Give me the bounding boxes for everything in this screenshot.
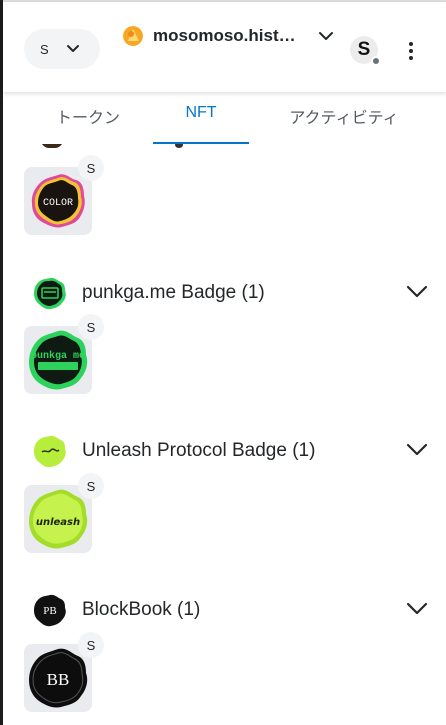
collection-header-blockbook[interactable]: PB BlockBook (1): [33, 593, 428, 627]
chain-badge: S: [78, 473, 104, 499]
chevron-down-icon: [406, 285, 428, 298]
tab-tokens[interactable]: トークン: [33, 104, 143, 142]
chain-badge: S: [78, 632, 104, 658]
nft-card-text: unleash: [36, 517, 80, 528]
tab-activity[interactable]: アクティビティ: [269, 104, 419, 142]
collection-header-punkga[interactable]: punkga.me Badge (1): [33, 276, 428, 310]
collection-header-unleash[interactable]: Unleash Protocol Badge (1): [33, 434, 428, 468]
chain-badge: S: [78, 155, 104, 181]
punkga-collection-icon: [34, 277, 66, 310]
chevron-down-icon: [406, 602, 428, 615]
nft-card-text: COLOR: [43, 198, 73, 209]
nft-card[interactable]: BB S: [24, 632, 104, 712]
collection-name: Unleash Protocol Badge (1): [82, 440, 316, 461]
site-letter: S: [357, 39, 371, 60]
previous-collection-fragment: [175, 144, 183, 148]
nft-card[interactable]: punkga me S: [24, 314, 104, 394]
chain-badge: S: [78, 314, 104, 340]
chain-badge-letter: S: [86, 319, 96, 335]
active-tab-indicator: [153, 142, 249, 144]
connection-status-dot: [371, 56, 381, 66]
network-selector[interactable]: S: [24, 29, 100, 69]
connected-site-icon[interactable]: S: [350, 36, 381, 66]
app-header: S mosomoso.hist… S: [3, 2, 446, 92]
chain-badge-letter: S: [86, 637, 96, 653]
chevron-down-icon: [318, 32, 333, 40]
collection-name: BlockBook (1): [82, 599, 201, 620]
more-options-icon[interactable]: [401, 40, 421, 62]
blockbook-collection-icon: PB: [34, 594, 66, 627]
nft-card[interactable]: unleash S: [24, 473, 104, 553]
collection-name: punkga.me Badge (1): [82, 282, 265, 303]
svg-text:PB: PB: [43, 605, 56, 617]
previous-collection-icon: [41, 144, 63, 148]
unleash-collection-icon: [34, 435, 66, 468]
tab-bar: トークン NFT アクティビティ: [3, 96, 446, 144]
nft-card-text: punkga me: [31, 350, 85, 362]
chain-badge-letter: S: [86, 478, 96, 494]
chevron-down-icon: [67, 45, 79, 52]
account-name: mosomoso.hist…: [153, 26, 296, 45]
network-label: S: [40, 41, 49, 57]
account-avatar-icon: [123, 26, 143, 46]
tab-nft[interactable]: NFT: [153, 104, 249, 144]
account-selector[interactable]: mosomoso.hist…: [123, 20, 334, 52]
nft-collection-list: COLOR S punkga.me Badge (1) punkga me S: [3, 144, 446, 725]
chain-badge-letter: S: [86, 160, 96, 176]
tab-label: NFT: [185, 104, 217, 121]
nft-card[interactable]: COLOR S: [24, 155, 104, 235]
tab-label: アクティビティ: [289, 110, 399, 127]
tab-label: トークン: [55, 110, 120, 127]
chevron-down-icon: [406, 443, 428, 456]
nft-card-text: BB: [47, 670, 70, 689]
